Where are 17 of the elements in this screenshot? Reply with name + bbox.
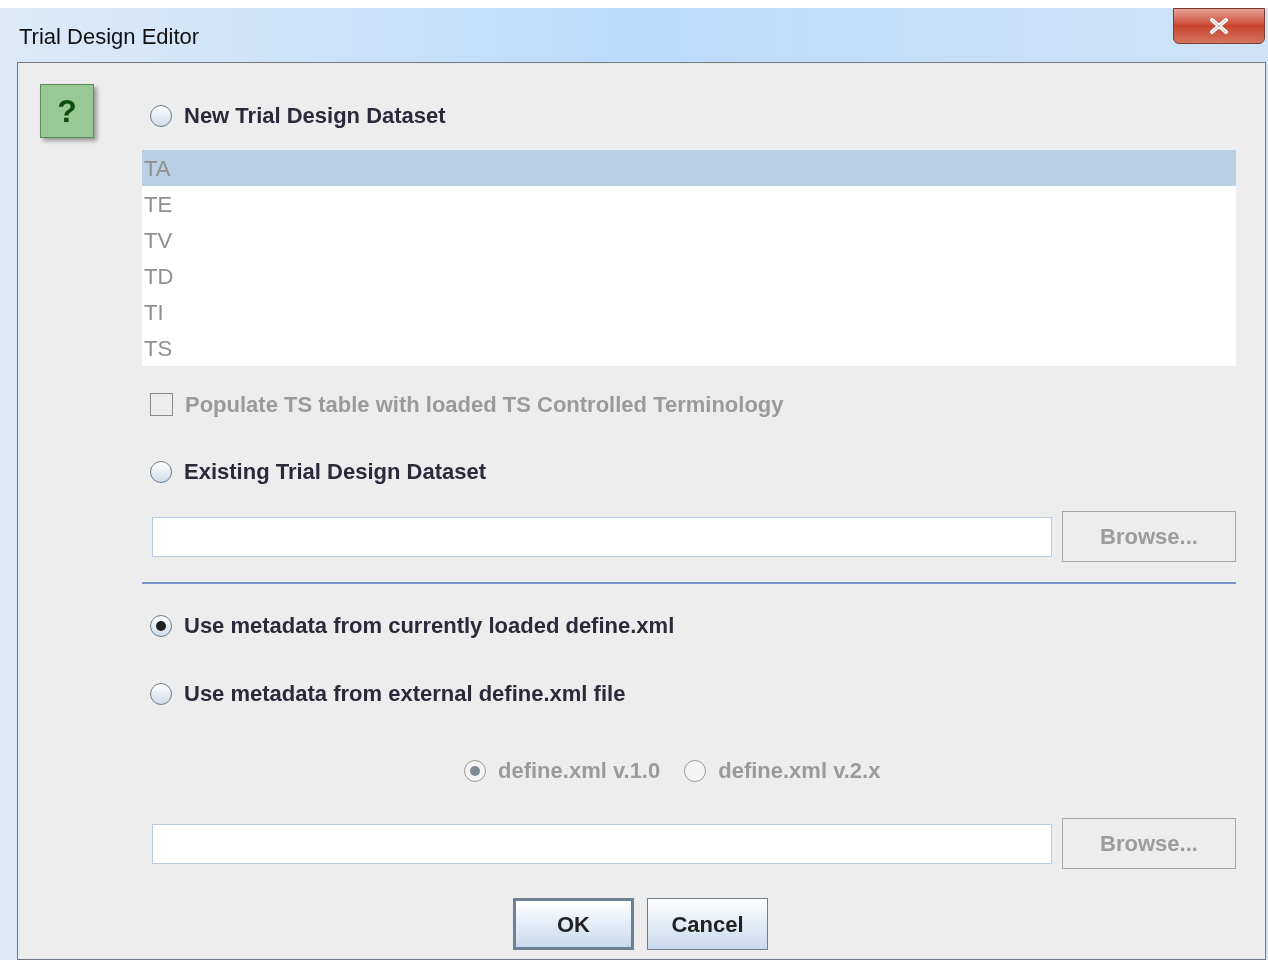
close-button[interactable] — [1173, 8, 1265, 44]
close-icon — [1209, 18, 1229, 34]
radio-label: Existing Trial Design Dataset — [184, 458, 486, 486]
radio-label: define.xml v.2.x — [718, 757, 881, 785]
radio-label: define.xml v.1.0 — [498, 757, 661, 785]
window-title: Trial Design Editor — [19, 23, 200, 51]
radio-label: Use metadata from currently loaded define.xml — [184, 612, 675, 640]
radio-button[interactable] — [150, 614, 172, 637]
radio-button[interactable] — [150, 460, 172, 483]
radio-button[interactable] — [150, 682, 172, 705]
dialog-button[interactable]: OK — [513, 898, 634, 950]
dialog-button[interactable]: Cancel — [647, 898, 768, 950]
radio-label: Use metadata from external define.xml file — [184, 680, 626, 708]
radio-label: New Trial Design Dataset — [184, 102, 446, 130]
radio-button[interactable] — [150, 104, 172, 127]
help-icon[interactable]: ? — [40, 84, 94, 138]
checkbox-label: Populate TS table with loaded TS Controlled Terminology — [185, 391, 784, 419]
